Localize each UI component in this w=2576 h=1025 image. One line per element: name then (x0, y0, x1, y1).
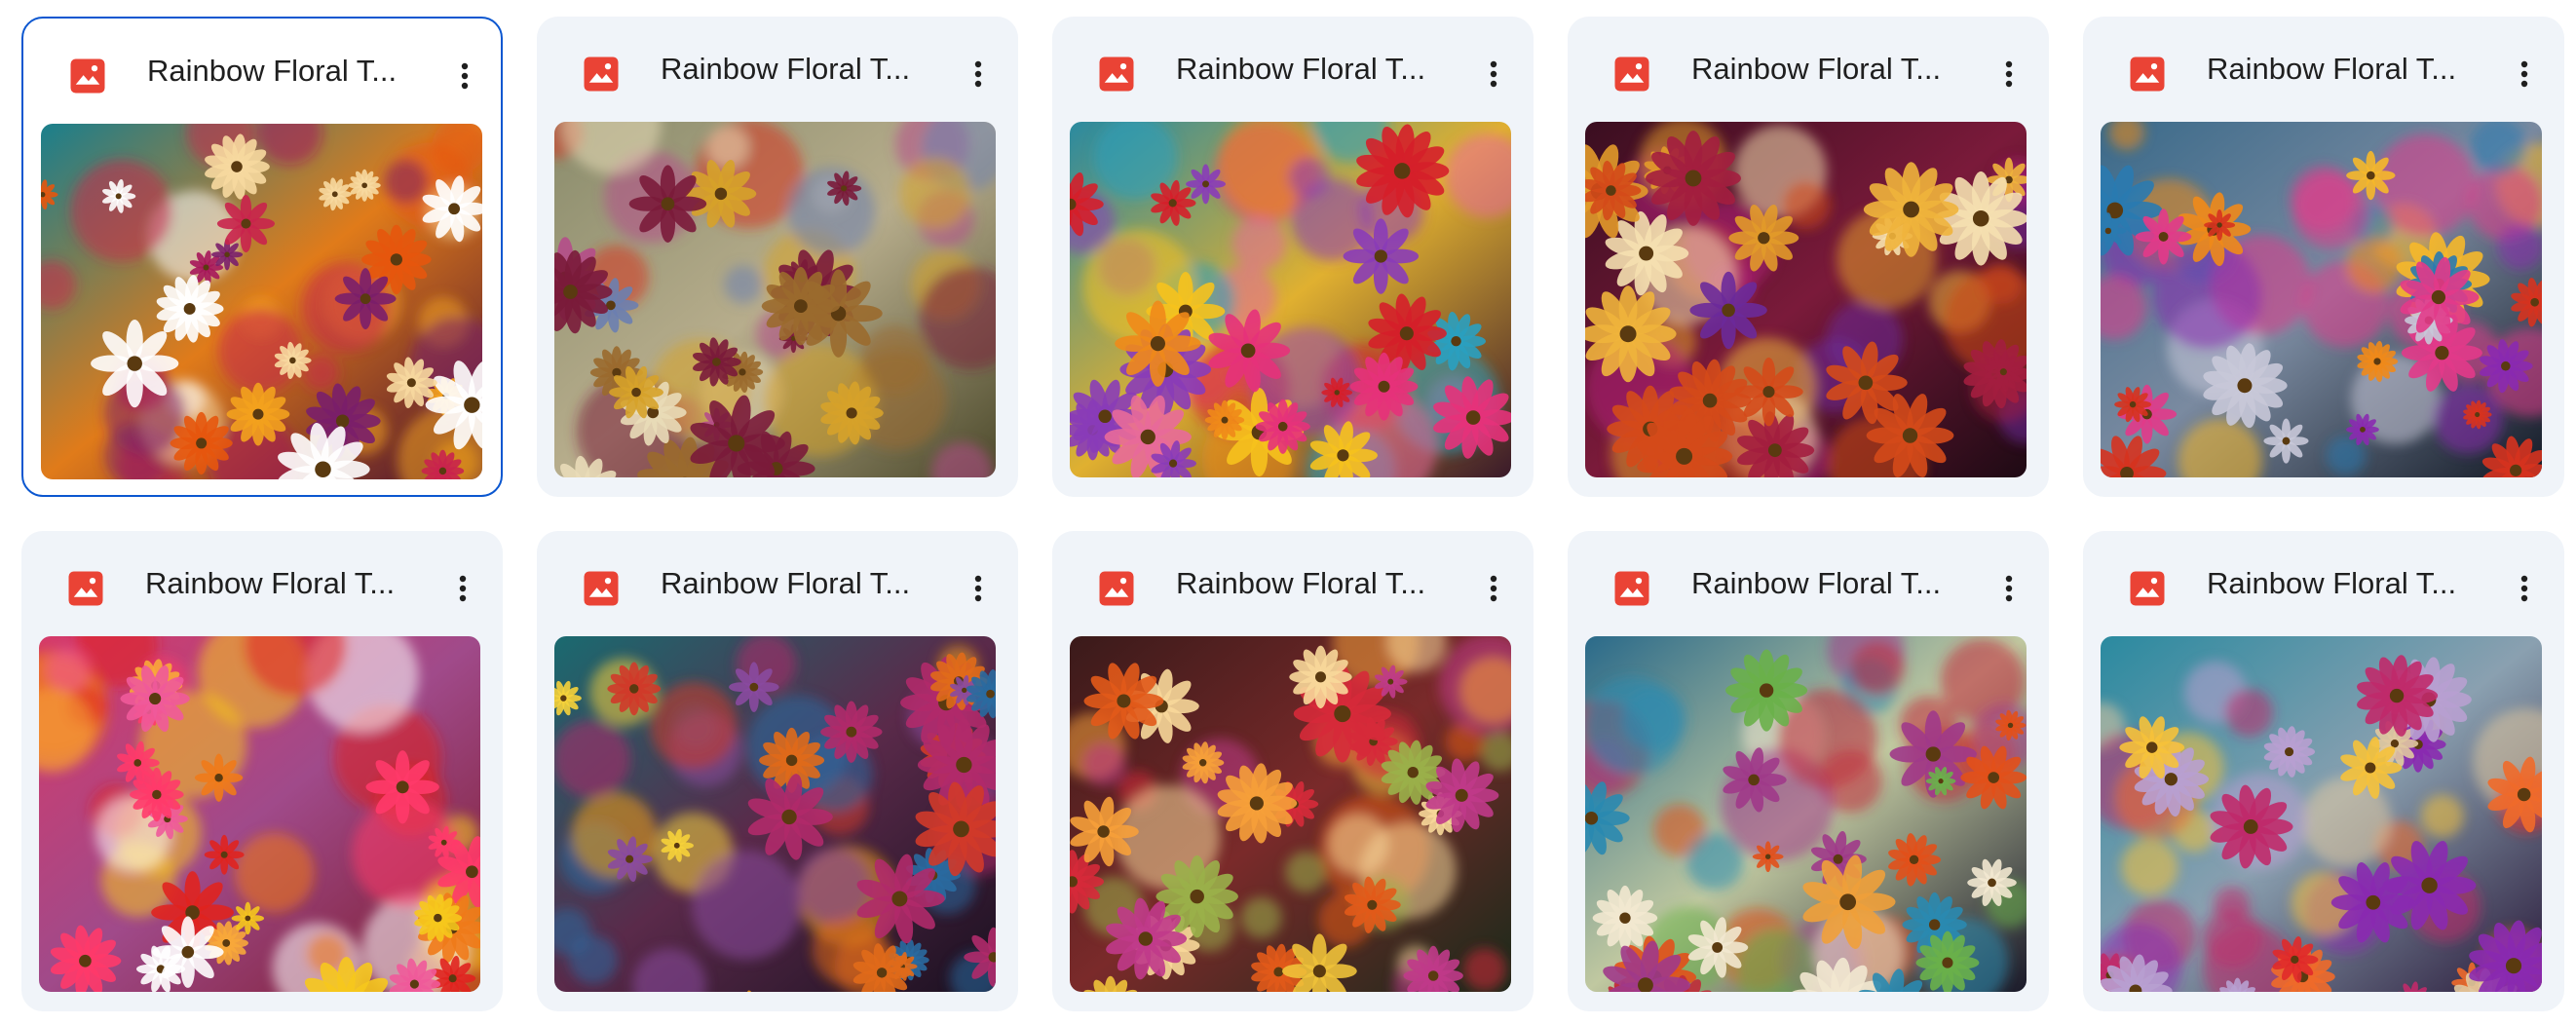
file-title: Rainbow Floral T... (2207, 52, 2457, 86)
file-card[interactable]: Rainbow Floral T... (1568, 17, 2049, 497)
file-card[interactable]: Rainbow Floral T... (537, 17, 1018, 497)
image-file-icon (1096, 54, 1137, 95)
image-file-icon (1611, 568, 1652, 609)
file-title: Rainbow Floral T... (1691, 52, 1942, 86)
image-file-icon (1096, 568, 1137, 609)
file-thumbnail[interactable] (554, 636, 996, 992)
file-card-header: Rainbow Floral T... (23, 19, 501, 124)
file-thumbnail[interactable] (41, 124, 482, 479)
more-vert-icon (1490, 575, 1497, 602)
more-actions-button[interactable] (1985, 564, 2033, 613)
image-file-icon (67, 56, 108, 96)
image-file-icon (65, 568, 106, 609)
more-actions-button[interactable] (440, 52, 489, 100)
file-title: Rainbow Floral T... (1176, 566, 1426, 600)
more-vert-icon (2520, 60, 2528, 88)
file-title: Rainbow Floral T... (1691, 566, 1942, 600)
file-title: Rainbow Floral T... (2207, 566, 2457, 600)
more-vert-icon (2005, 60, 2013, 88)
image-file-icon (2127, 568, 2168, 609)
more-actions-button[interactable] (438, 564, 487, 613)
file-thumbnail[interactable] (1585, 636, 2027, 992)
more-actions-button[interactable] (954, 50, 1003, 98)
more-vert-icon (1490, 60, 1497, 88)
image-file-icon (1611, 54, 1652, 95)
image-file-icon (581, 54, 622, 95)
file-card-header: Rainbow Floral T... (537, 17, 1018, 122)
file-card-header: Rainbow Floral T... (2083, 17, 2564, 122)
more-vert-icon (974, 575, 982, 602)
more-vert-icon (2005, 575, 2013, 602)
file-card[interactable]: Rainbow Floral T... (21, 531, 503, 1011)
file-thumbnail[interactable] (2101, 636, 2542, 992)
file-title: Rainbow Floral T... (661, 566, 911, 600)
file-card[interactable]: Rainbow Floral T... (537, 531, 1018, 1011)
file-card-header: Rainbow Floral T... (1568, 531, 2049, 636)
file-card-header: Rainbow Floral T... (21, 531, 503, 636)
more-vert-icon (2520, 575, 2528, 602)
file-thumbnail[interactable] (1070, 122, 1511, 477)
file-card-header: Rainbow Floral T... (1052, 17, 1534, 122)
file-thumbnail[interactable] (1070, 636, 1511, 992)
image-file-icon (581, 568, 622, 609)
more-actions-button[interactable] (2500, 50, 2549, 98)
more-actions-button[interactable] (1469, 50, 1518, 98)
more-vert-icon (461, 62, 469, 90)
file-card[interactable]: Rainbow Floral T... (2083, 17, 2564, 497)
file-card-header: Rainbow Floral T... (2083, 531, 2564, 636)
file-title: Rainbow Floral T... (147, 54, 398, 88)
file-card[interactable]: Rainbow Floral T... (1052, 531, 1534, 1011)
file-card-header: Rainbow Floral T... (1568, 17, 2049, 122)
file-thumbnail[interactable] (554, 122, 996, 477)
file-title: Rainbow Floral T... (661, 52, 911, 86)
file-grid: Rainbow Floral T... Rainbow Floral T... … (21, 17, 2564, 1011)
more-vert-icon (974, 60, 982, 88)
more-actions-button[interactable] (954, 564, 1003, 613)
file-title: Rainbow Floral T... (145, 566, 396, 600)
file-thumbnail[interactable] (39, 636, 480, 992)
file-card-header: Rainbow Floral T... (1052, 531, 1534, 636)
file-card[interactable]: Rainbow Floral T... (1568, 531, 2049, 1011)
more-vert-icon (459, 575, 467, 602)
more-actions-button[interactable] (2500, 564, 2549, 613)
file-thumbnail[interactable] (1585, 122, 2027, 477)
file-thumbnail[interactable] (2101, 122, 2542, 477)
file-card[interactable]: Rainbow Floral T... (1052, 17, 1534, 497)
image-file-icon (2127, 54, 2168, 95)
more-actions-button[interactable] (1985, 50, 2033, 98)
file-card[interactable]: Rainbow Floral T... (21, 17, 503, 497)
file-title: Rainbow Floral T... (1176, 52, 1426, 86)
more-actions-button[interactable] (1469, 564, 1518, 613)
file-card-header: Rainbow Floral T... (537, 531, 1018, 636)
file-card[interactable]: Rainbow Floral T... (2083, 531, 2564, 1011)
